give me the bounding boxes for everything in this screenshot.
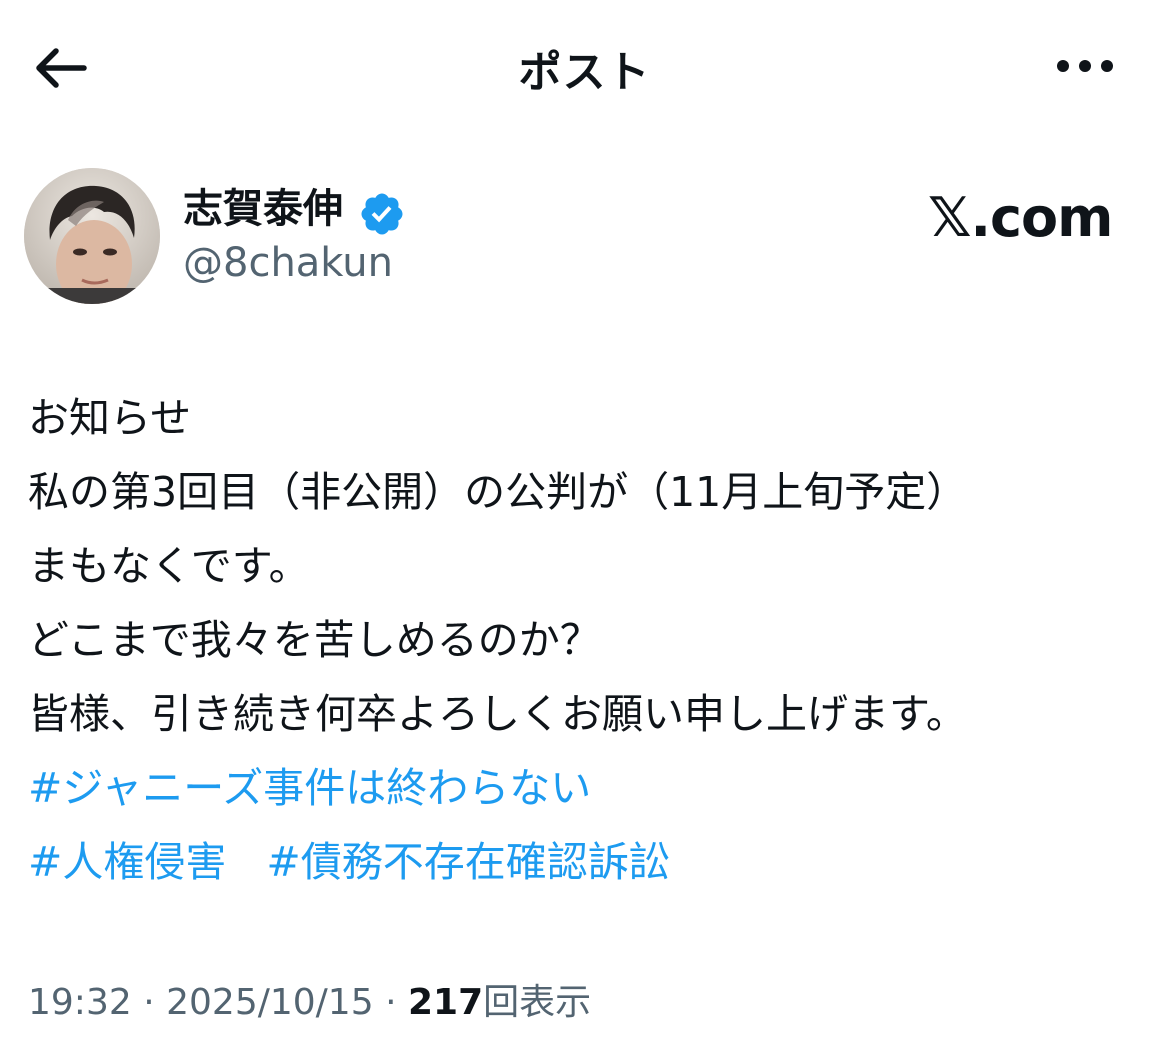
tweet-line: どこまで我々を苦しめるのか？ <box>28 616 601 664</box>
brand-text: 𝕏.com <box>928 186 1113 249</box>
post-time[interactable]: 19:32 <box>28 982 132 1023</box>
hashtag-link[interactable]: #ジャニーズ事件は終わらない <box>28 764 591 812</box>
tweet-line: 私の第3回目（非公開）の公判が（11月上旬予定） <box>28 468 968 516</box>
post-date[interactable]: 2025/10/15 <box>166 982 374 1023</box>
tweet-text: お知らせ 私の第3回目（非公開）の公判が（11月上旬予定） まもなくです。 どこ… <box>28 381 1148 899</box>
author-handle[interactable]: @8chakun <box>183 240 393 286</box>
verified-badge-icon <box>361 193 403 235</box>
hashtag-link[interactable]: #債務不存在確認訴訟 <box>266 838 669 886</box>
tweet-line: 皆様、引き続き何卒よろしくお願い申し上げます。 <box>28 690 967 738</box>
author-display-name[interactable]: 志賀泰伸 <box>183 186 343 232</box>
meta-separator: · <box>143 982 155 1023</box>
views-count[interactable]: 217 <box>408 982 483 1023</box>
meta-separator: · <box>385 982 397 1023</box>
tweet-line: お知らせ <box>28 394 192 442</box>
hashtag-link[interactable]: #人権侵害 <box>28 838 226 886</box>
tweet-line: まもなくです。 <box>28 542 310 590</box>
hashtag-line: #人権侵害 #債務不存在確認訴訟 <box>28 825 1148 899</box>
more-options-button[interactable] <box>1050 38 1120 94</box>
views-label: 回表示 <box>483 982 592 1023</box>
avatar-image <box>24 168 160 304</box>
tweet-meta: 19:32 · 2025/10/15 · 217回表示 <box>28 980 591 1026</box>
avatar[interactable] <box>24 168 160 304</box>
more-horizontal-icon <box>1057 60 1113 72</box>
brand-logo: 𝕏.com <box>928 186 1113 249</box>
page-title: ポスト <box>518 48 651 98</box>
top-bar: ポスト <box>0 0 1169 130</box>
hashtag-line: #ジャニーズ事件は終わらない <box>28 751 1148 825</box>
